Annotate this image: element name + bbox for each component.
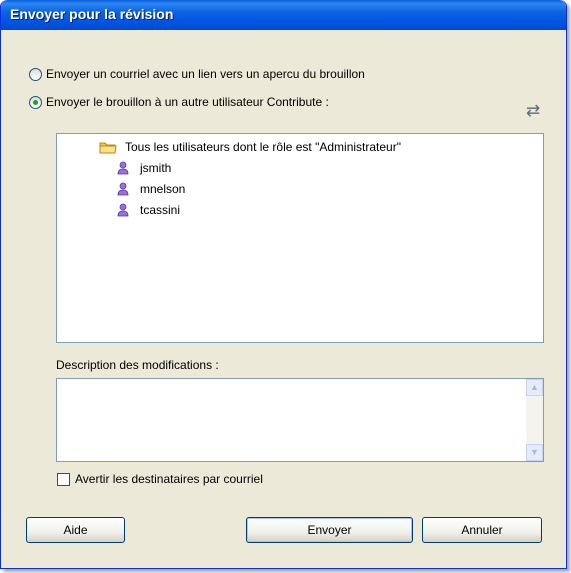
swap-arrows-icon[interactable]: ⇄: [523, 101, 543, 121]
user-icon: [114, 181, 132, 197]
user-icon: [114, 202, 132, 218]
tree-group-label: Tous les utilisateurs dont le rôle est "…: [125, 140, 401, 154]
cancel-button[interactable]: Annuler: [422, 517, 542, 543]
radio-email-link-label: Envoyer un courriel avec un lien vers un…: [46, 67, 365, 81]
send-button[interactable]: Envoyer: [246, 517, 413, 543]
scroll-down-icon[interactable]: ▼: [526, 444, 543, 461]
radio-send-user[interactable]: Envoyer le brouillon à un autre utilisat…: [29, 95, 329, 109]
radio-email-link-indicator[interactable]: [29, 67, 42, 81]
tree-user-row[interactable]: jsmith: [114, 160, 171, 176]
tree-group-row[interactable]: Tous les utilisateurs dont le rôle est "…: [99, 139, 401, 155]
tree-user-row[interactable]: mnelson: [114, 181, 185, 197]
description-label: Description des modifications :: [56, 358, 219, 372]
description-textarea[interactable]: ▲ ▼: [56, 378, 544, 462]
notify-checkbox-row[interactable]: Avertir les destinataires par courriel: [57, 472, 263, 486]
tree-user-label: mnelson: [140, 182, 186, 196]
folder-icon: [99, 139, 117, 155]
help-button[interactable]: Aide: [26, 517, 125, 543]
tree-user-label: tcassini: [140, 203, 181, 217]
notify-label: Avertir les destinataires par courriel: [75, 472, 263, 486]
description-scrollbar[interactable]: ▲ ▼: [526, 379, 543, 461]
radio-send-user-label: Envoyer le brouillon à un autre utilisat…: [46, 95, 329, 109]
notify-checkbox[interactable]: [57, 472, 70, 486]
radio-email-link[interactable]: Envoyer un courriel avec un lien vers un…: [29, 67, 365, 81]
tree-user-label: jsmith: [140, 161, 172, 175]
title-bar[interactable]: Envoyer pour la révision: [1, 0, 566, 30]
user-icon: [114, 160, 132, 176]
tree-user-row[interactable]: tcassini: [114, 202, 180, 218]
radio-send-user-indicator[interactable]: [29, 95, 42, 109]
scroll-up-icon[interactable]: ▲: [526, 379, 543, 396]
send-for-review-dialog: Envoyer pour la révision Envoyer un cour…: [0, 0, 567, 569]
recipients-tree[interactable]: Tous les utilisateurs dont le rôle est "…: [56, 133, 544, 343]
dialog-title: Envoyer pour la révision: [10, 6, 174, 22]
